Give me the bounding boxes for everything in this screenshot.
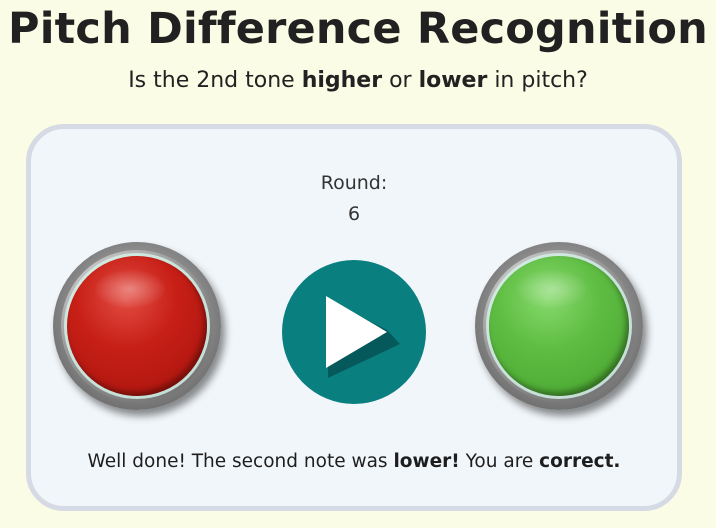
question-suffix: in pitch?: [487, 68, 588, 93]
question-prefix: Is the 2nd tone: [128, 68, 302, 93]
feedback-answer: lower!: [393, 451, 460, 472]
question-higher: higher: [301, 68, 383, 93]
feedback-result: correct.: [539, 451, 621, 472]
higher-button-shine: [517, 270, 587, 308]
round-label: Round:: [320, 172, 388, 194]
higher-button[interactable]: [475, 242, 643, 410]
round-value: 6: [347, 203, 361, 225]
feedback-middle: You are: [459, 451, 540, 472]
question-lower: lower: [418, 68, 488, 93]
play-button[interactable]: [282, 260, 426, 404]
lower-button-shine: [95, 270, 165, 308]
feedback-message: Well done! The second note was lower! Yo…: [26, 451, 682, 472]
page-title: Pitch Difference Recognition: [8, 4, 708, 54]
question-or: or: [382, 68, 419, 93]
question-text: Is the 2nd tone higher or lower in pitch…: [0, 68, 716, 93]
lower-button[interactable]: [53, 242, 221, 410]
play-icon: [326, 296, 400, 378]
green-arcade-button-icon: [489, 256, 629, 396]
red-arcade-button-icon: [67, 256, 207, 396]
feedback-prefix: Well done! The second note was: [87, 451, 394, 472]
